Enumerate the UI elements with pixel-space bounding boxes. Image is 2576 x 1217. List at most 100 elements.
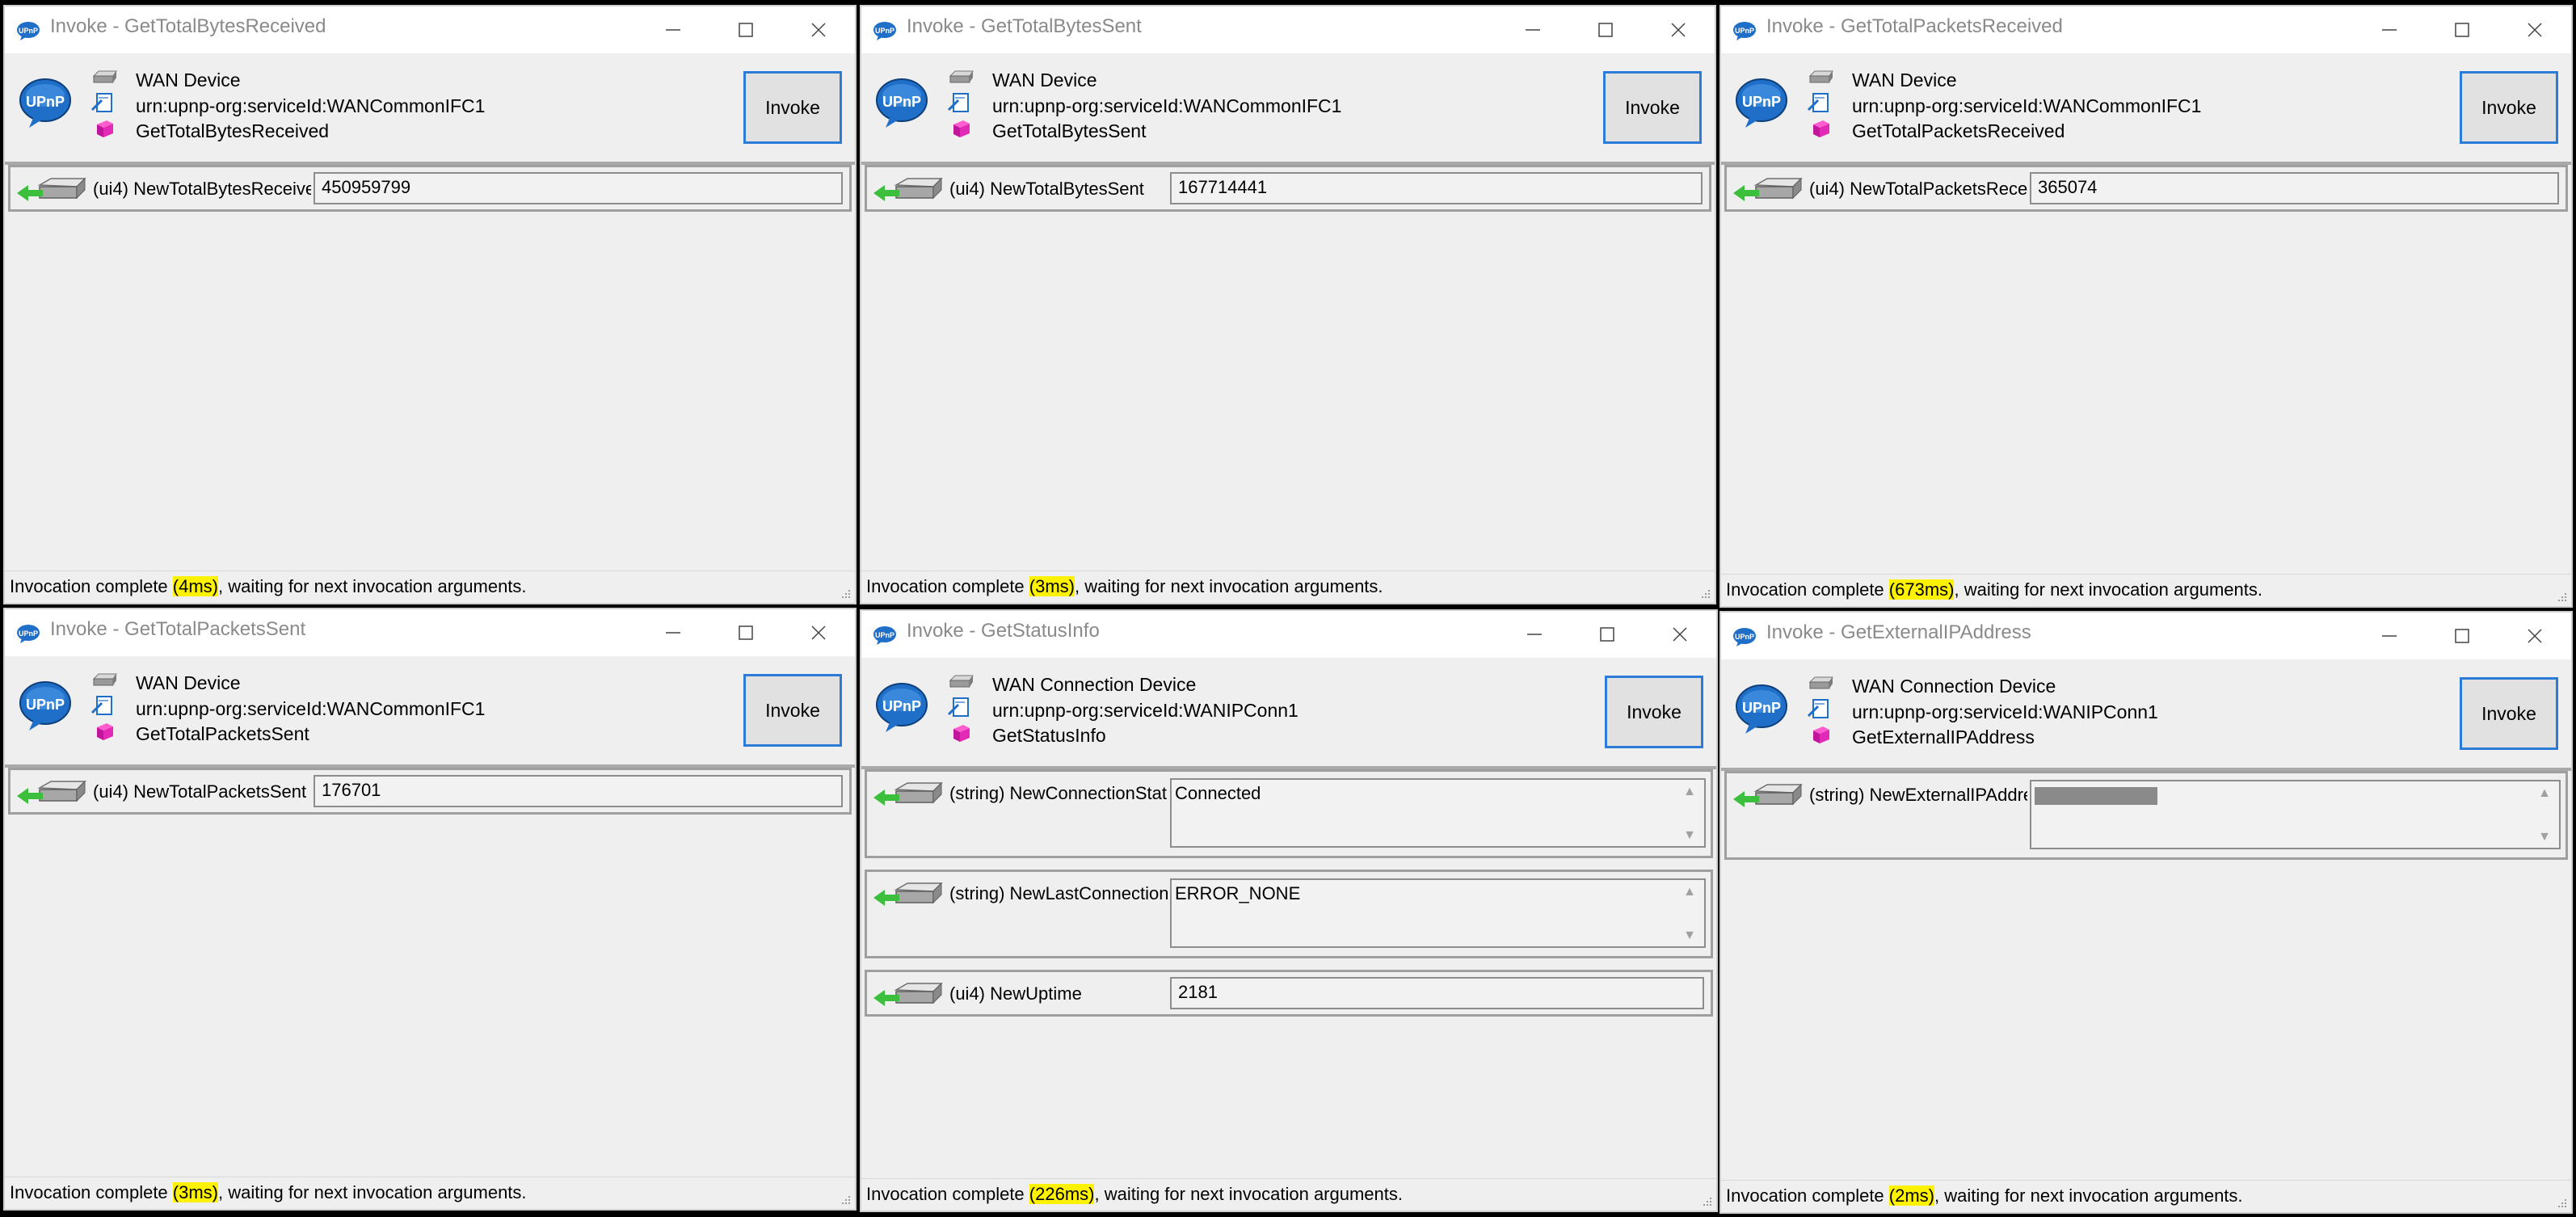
service-id: urn:upnp-org:serviceId:WANCommonIFC1 [992,95,1342,116]
status-prefix: Invocation complete [10,1182,173,1202]
status-suffix: , waiting for next invocation arguments. [218,1182,527,1202]
close-button[interactable] [782,609,855,656]
argument-value-textarea[interactable]: ERROR_NONE ▲ ▼ [1170,878,1706,948]
output-arg-icon [872,175,945,206]
upnp-logo-icon [1732,21,1757,40]
service-id: urn:upnp-org:serviceId:WANIPConn1 [1852,701,2158,722]
invoke-button[interactable]: Invoke [743,674,842,747]
status-bar: Invocation complete (3ms), waiting for n… [5,1177,855,1209]
resize-grip-icon[interactable] [2555,590,2568,603]
upnp-logo-icon [18,76,73,129]
upnp-logo-icon [1734,76,1789,129]
close-button[interactable] [782,6,855,53]
argument-row: (ui4) NewTotalPacketsReceiv 365074 [1724,165,2568,212]
maximize-button[interactable] [709,609,782,656]
action-header: WAN Connection Device urn:upnp-org:servi… [861,658,1716,769]
minimize-button[interactable] [637,609,709,656]
invoke-window-get-total-packets-sent: Invoke - GetTotalPacketsSent WAN Device … [3,608,857,1211]
title-bar[interactable]: Invoke - GetTotalBytesSent [861,6,1715,53]
argument-value-textarea[interactable]: Connected ▲ ▼ [1170,778,1706,848]
close-button[interactable] [2498,6,2571,53]
scroll-up-icon[interactable]: ▲ [1683,885,1696,899]
resize-grip-icon[interactable] [1700,1194,1713,1207]
maximize-button[interactable] [709,6,782,53]
action-icon [90,721,118,742]
status-prefix: Invocation complete [1726,1185,1889,1206]
resize-grip-icon[interactable] [839,587,852,600]
minimize-button[interactable] [2353,6,2426,53]
close-icon [2525,20,2544,40]
action-icon [1807,724,1834,745]
action-header: WAN Connection Device urn:upnp-org:servi… [1721,659,2571,771]
upnp-logo-icon [16,624,40,643]
service-icon [1807,92,1834,113]
argument-value-field[interactable]: 167714441 [1170,172,1703,204]
scroll-up-icon[interactable]: ▲ [2538,786,2551,801]
status-prefix: Invocation complete [866,1184,1029,1204]
output-arg-icon [15,778,88,809]
redacted-value [2035,787,2157,806]
device-name: WAN Device [136,69,241,91]
status-prefix: Invocation complete [866,576,1029,596]
invoke-button[interactable]: Invoke [743,71,842,144]
maximize-icon [1597,625,1617,644]
resize-grip-icon[interactable] [839,1193,852,1206]
invoke-button[interactable]: Invoke [2460,677,2558,750]
status-duration: (3ms) [1029,576,1075,596]
device-name: WAN Device [992,69,1097,91]
status-prefix: Invocation complete [10,576,173,596]
argument-value-field[interactable]: 176701 [314,775,843,807]
argument-row: (ui4) NewTotalPacketsSent 176701 [8,768,852,815]
minimize-button[interactable] [2353,613,2426,659]
argument-row: (ui4) NewTotalBytesReceived 450959799 [8,165,852,212]
close-button[interactable] [2498,613,2571,659]
action-name: GetStatusInfo [992,725,1106,746]
scroll-down-icon[interactable]: ▼ [1683,929,1696,943]
minimize-button[interactable] [1496,6,1569,53]
maximize-button[interactable] [1571,611,1644,658]
status-duration: (4ms) [172,576,218,596]
maximize-button[interactable] [1569,6,1642,53]
invoke-button[interactable]: Invoke [2460,71,2558,144]
title-bar[interactable]: Invoke - GetStatusInfo [861,611,1716,658]
action-header: WAN Device urn:upnp-org:serviceId:WANCom… [861,53,1715,165]
invoke-window-get-status-info: Invoke - GetStatusInfo WAN Connection De… [860,609,1718,1212]
window-title: Invoke - GetTotalBytesReceived [50,15,326,37]
argument-value-field[interactable]: 365074 [2030,172,2559,204]
title-bar[interactable]: Invoke - GetTotalPacketsSent [5,609,855,656]
status-suffix: , waiting for next invocation arguments. [1954,579,2262,600]
close-button[interactable] [1642,6,1715,53]
maximize-button[interactable] [2426,613,2498,659]
argument-value-textarea[interactable]: ▲ ▼ [2030,780,2561,849]
invoke-button[interactable]: Invoke [1605,676,1703,748]
scroll-down-icon[interactable]: ▼ [2538,830,2551,844]
invoke-button[interactable]: Invoke [1603,71,1702,144]
resize-grip-icon[interactable] [2555,1196,2568,1209]
title-bar[interactable]: Invoke - GetExternalIPAddress [1721,613,2571,659]
action-header: WAN Device urn:upnp-org:serviceId:WANCom… [1721,53,2571,165]
maximize-icon [2452,626,2472,646]
close-button[interactable] [1644,611,1716,658]
service-icon [947,92,974,113]
status-duration: (3ms) [172,1182,218,1202]
argument-label: (ui4) NewUptime [949,983,1082,1004]
upnp-logo-icon [1732,627,1757,646]
maximize-icon [736,20,756,40]
resize-grip-icon[interactable] [1698,587,1711,600]
argument-value-field[interactable]: 2181 [1170,977,1704,1009]
scroll-down-icon[interactable]: ▼ [1683,828,1696,843]
action-icon [947,118,974,139]
status-bar: Invocation complete (3ms), waiting for n… [861,571,1715,603]
minimize-button[interactable] [1498,611,1571,658]
argument-row: (string) NewExternalIPAddress ▲ ▼ [1724,771,2568,860]
minimize-button[interactable] [637,6,709,53]
action-name: GetTotalPacketsReceived [1852,120,2065,141]
action-name: GetTotalBytesReceived [136,120,330,141]
argument-label: (ui4) NewTotalPacketsSent [93,781,307,802]
device-name: WAN Connection Device [1852,676,2056,697]
argument-value-field[interactable]: 450959799 [314,172,843,204]
title-bar[interactable]: Invoke - GetTotalPacketsReceived [1721,6,2571,53]
maximize-button[interactable] [2426,6,2498,53]
scroll-up-icon[interactable]: ▲ [1683,785,1696,799]
title-bar[interactable]: Invoke - GetTotalBytesReceived [5,6,855,53]
